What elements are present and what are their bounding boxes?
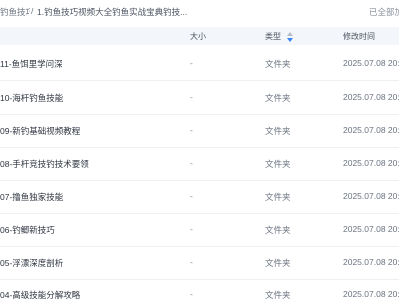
file-size: - [190, 191, 193, 201]
file-type: 文件夹 [265, 93, 291, 103]
file-browser: 钓鱼技巧 / 1.钓鱼技巧视频大全钓鱼实战宝典钓技... 已全部加 大小 类型 … [0, 0, 399, 300]
breadcrumb-current-folder: 1.钓鱼技巧视频大全钓鱼实战宝典钓技... [37, 7, 188, 17]
column-header-size[interactable]: 大小 [190, 31, 206, 42]
modified-time: 2025.07.08 20:0 [343, 191, 399, 201]
file-type: 文件夹 [265, 225, 291, 235]
breadcrumb: 钓鱼技巧 / 1.钓鱼技巧视频大全钓鱼实战宝典钓技... 已全部加 [0, 0, 399, 22]
column-header-type[interactable]: 类型 [265, 31, 281, 42]
breadcrumb-root-link[interactable]: 钓鱼技巧 [0, 6, 30, 18]
table-row[interactable]: 09-新钓基础视频教程 - 文件夹 2025.07.08 20:0 [0, 115, 399, 148]
load-status-text: 已全部加 [369, 7, 399, 17]
file-type: 文件夹 [265, 59, 291, 69]
table-header: 大小 类型 修改时间 [0, 27, 399, 45]
file-size: - [190, 224, 193, 234]
file-size: - [190, 289, 193, 299]
table-row[interactable]: 04-高级技能分解攻略 - 文件夹 2025.07.08 20:0 [0, 279, 399, 300]
modified-time: 2025.07.08 20:0 [343, 289, 399, 299]
file-size: - [190, 158, 193, 168]
folder-name[interactable]: 11-鱼饵里学问深 [0, 58, 160, 70]
file-size: - [190, 257, 193, 267]
table-row[interactable]: 08-手杆竞技钓技术要领 - 文件夹 2025.07.08 20:0 [0, 148, 399, 181]
file-size: - [190, 92, 193, 102]
table-row[interactable]: 10-海杆钓鱼技能 - 文件夹 2025.07.08 20:0 [0, 82, 399, 115]
folder-name[interactable]: 10-海杆钓鱼技能 [0, 92, 160, 104]
table-row[interactable]: 07-撸鱼独家技能 - 文件夹 2025.07.08 20:0 [0, 181, 399, 214]
column-header-modified-time[interactable]: 修改时间 [343, 31, 375, 42]
modified-time: 2025.07.08 20:0 [343, 92, 399, 102]
modified-time: 2025.07.08 20:0 [343, 125, 399, 135]
sort-arrows-icon[interactable] [287, 32, 293, 42]
modified-time: 2025.07.08 20:0 [343, 58, 399, 68]
table-row[interactable]: 06-钓鲫新技巧 - 文件夹 2025.07.08 20:0 [0, 214, 399, 247]
modified-time: 2025.07.08 20:0 [343, 257, 399, 267]
modified-time: 2025.07.08 20:0 [343, 224, 399, 234]
file-type: 文件夹 [265, 126, 291, 136]
folder-name[interactable]: 06-钓鲫新技巧 [0, 224, 160, 236]
file-size: - [190, 125, 193, 135]
breadcrumb-separator: / [31, 6, 34, 16]
file-size: - [190, 58, 193, 68]
file-type: 文件夹 [265, 258, 291, 268]
table-row[interactable]: 11-鱼饵里学问深 - 文件夹 2025.07.08 20:0 [0, 48, 399, 81]
file-type: 文件夹 [265, 192, 291, 202]
table-row[interactable]: 05-浮漂深度剖析 - 文件夹 2025.07.08 20:0 [0, 247, 399, 280]
folder-name[interactable]: 08-手杆竞技钓技术要领 [0, 158, 160, 170]
folder-name[interactable]: 04-高级技能分解攻略 [0, 289, 160, 300]
folder-name[interactable]: 05-浮漂深度剖析 [0, 257, 160, 269]
modified-time: 2025.07.08 20:0 [343, 158, 399, 168]
folder-name[interactable]: 07-撸鱼独家技能 [0, 191, 160, 203]
file-type: 文件夹 [265, 290, 291, 300]
folder-name[interactable]: 09-新钓基础视频教程 [0, 125, 160, 137]
file-type: 文件夹 [265, 159, 291, 169]
